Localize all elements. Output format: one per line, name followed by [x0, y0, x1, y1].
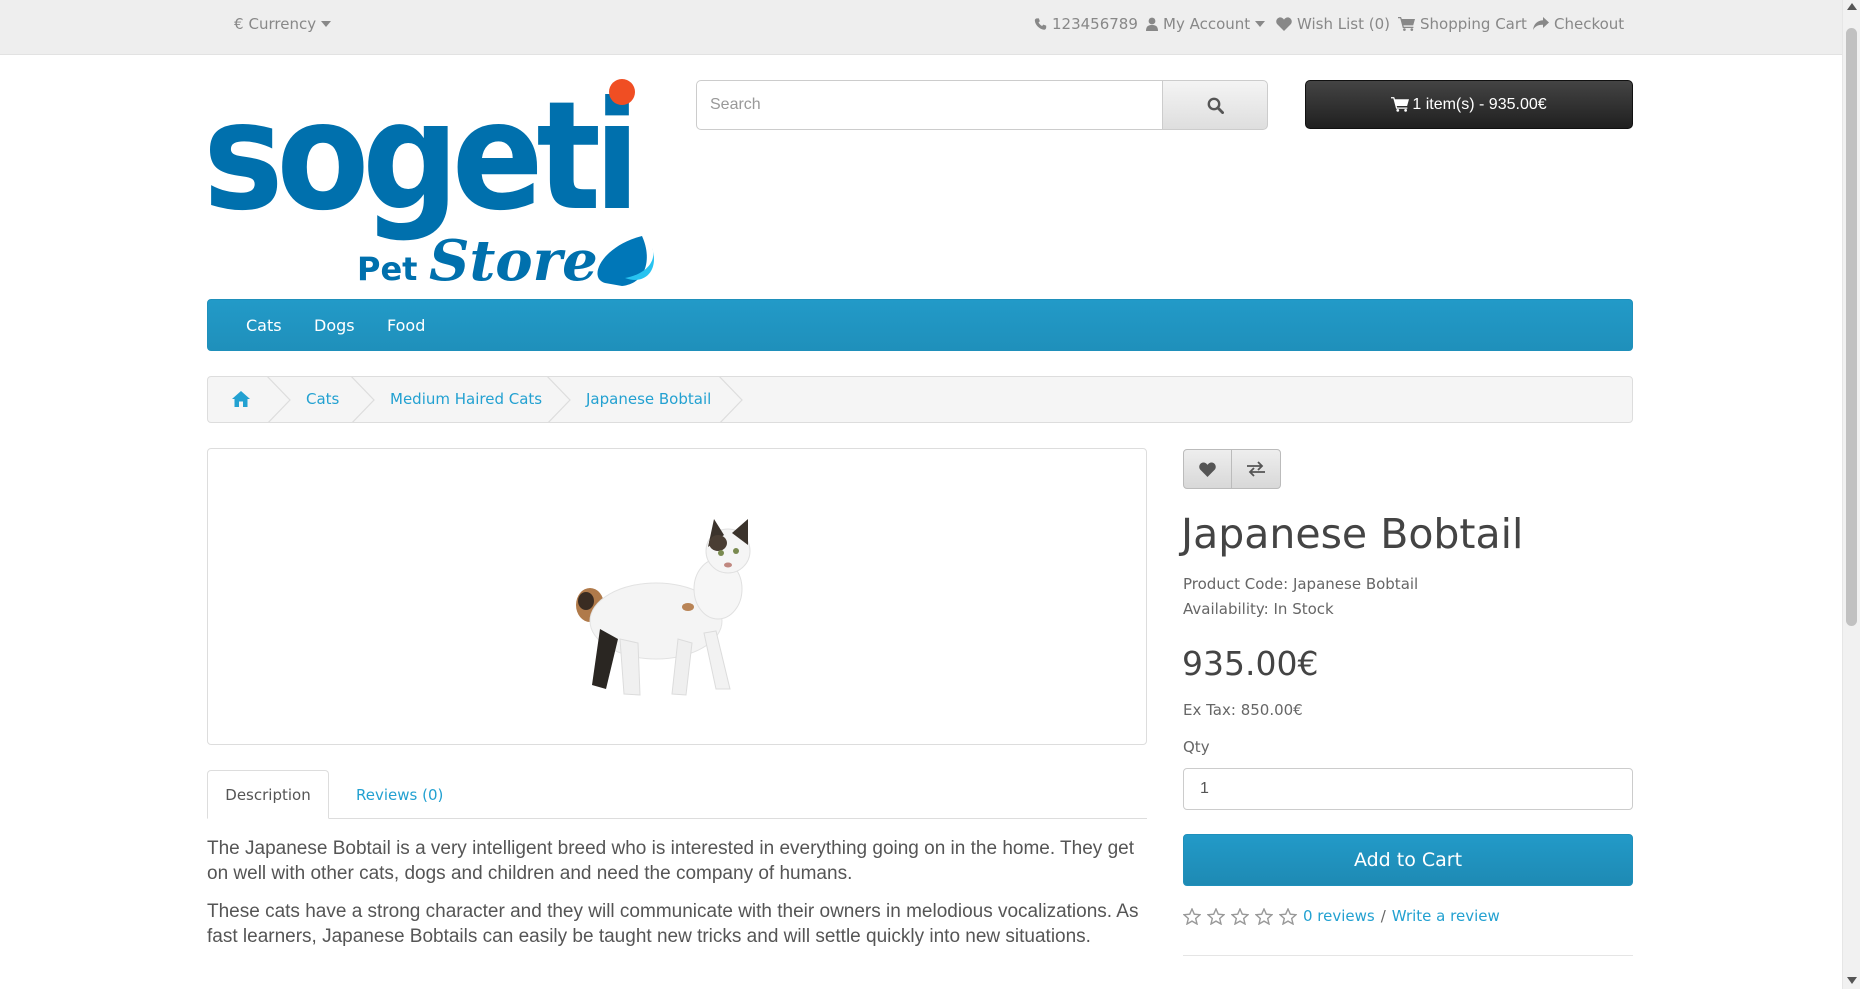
- search-input[interactable]: [696, 80, 1163, 130]
- product-image-thumbnail[interactable]: [207, 448, 1147, 745]
- breadcrumb-item-japanese-bobtail[interactable]: Japanese Bobtail: [586, 390, 711, 408]
- product-description: The Japanese Bobtail is a very intellige…: [207, 836, 1147, 962]
- reviews-link[interactable]: 0 reviews: [1303, 907, 1375, 925]
- heart-icon: [1276, 17, 1292, 31]
- menu-item-food[interactable]: Food: [387, 316, 425, 335]
- product-code: Product Code: Japanese Bobtail: [1183, 575, 1419, 593]
- star-icon: [1231, 907, 1249, 925]
- cart-summary: 1 item(s) - 935.00€: [1412, 95, 1547, 113]
- product-availability: Availability: In Stock: [1183, 600, 1334, 618]
- shopping-cart-link[interactable]: Shopping Cart: [1398, 15, 1527, 33]
- wish-list-label: Wish List (0): [1297, 15, 1390, 33]
- breadcrumb-separator: [351, 377, 375, 422]
- top-bar: € Currency 123456789 My Account Wish Lis…: [0, 0, 1842, 55]
- star-icon: [1183, 907, 1201, 925]
- checkout-link[interactable]: Checkout: [1533, 15, 1624, 33]
- checkout-label: Checkout: [1554, 15, 1625, 33]
- logo-sub-store: Store: [429, 228, 598, 288]
- qty-label: Qty: [1183, 738, 1210, 756]
- rating-separator: /: [1380, 907, 1386, 925]
- star-icon: [1255, 907, 1273, 925]
- add-to-wishlist-button[interactable]: [1183, 449, 1232, 489]
- home-icon[interactable]: [232, 391, 250, 407]
- breadcrumb-item-medium-haired-cats[interactable]: Medium Haired Cats: [390, 390, 542, 408]
- breadcrumb-separator: [267, 377, 291, 422]
- cart-icon: [1398, 17, 1415, 31]
- breadcrumb-separator: [719, 377, 743, 422]
- my-account-dropdown[interactable]: My Account: [1146, 15, 1266, 33]
- scrollbar[interactable]: [1842, 0, 1860, 989]
- star-icon: [1279, 907, 1297, 925]
- shopping-cart-label: Shopping Cart: [1420, 15, 1527, 33]
- product-ex-tax: Ex Tax: 850.00€: [1183, 701, 1303, 719]
- logo-brand: sogeti: [207, 78, 633, 244]
- logo[interactable]: sogeti Pet Store: [207, 78, 662, 288]
- user-icon: [1146, 17, 1158, 31]
- breadcrumb-separator: [547, 377, 571, 422]
- write-review-link[interactable]: Write a review: [1392, 907, 1500, 925]
- currency-label: Currency: [248, 15, 317, 33]
- tab-description[interactable]: Description: [207, 770, 329, 819]
- add-to-cart-button[interactable]: Add to Cart: [1183, 834, 1633, 886]
- product-image: [576, 519, 751, 696]
- currency-dropdown[interactable]: € Currency: [234, 15, 332, 33]
- search-button[interactable]: [1162, 80, 1268, 130]
- cart-icon: [1391, 97, 1410, 112]
- product-price: 935.00€: [1182, 644, 1319, 683]
- search-icon: [1207, 97, 1224, 114]
- divider: [1183, 955, 1633, 956]
- description-paragraph: The Japanese Bobtail is a very intellige…: [207, 838, 1134, 884]
- breadcrumb-item-cats[interactable]: Cats: [306, 390, 339, 408]
- product-tabs: Description Reviews (0): [207, 770, 1147, 819]
- cart-button[interactable]: 1 item(s) - 935.00€: [1305, 80, 1633, 129]
- wish-list-link[interactable]: Wish List (0): [1276, 15, 1390, 33]
- exchange-icon: [1247, 461, 1265, 477]
- quantity-input[interactable]: [1183, 768, 1633, 810]
- breadcrumb: Cats Medium Haired Cats Japanese Bobtail: [207, 376, 1633, 423]
- my-account-label: My Account: [1163, 15, 1251, 33]
- main-menu: Cats Dogs Food: [207, 299, 1633, 351]
- tab-reviews[interactable]: Reviews (0): [341, 770, 458, 819]
- logo-sub-pet: Pet: [357, 250, 417, 288]
- caret-down-icon: [321, 21, 332, 27]
- product-rating: 0 reviews / Write a review: [1183, 907, 1500, 925]
- share-icon: [1533, 17, 1549, 30]
- phone-icon: [1034, 18, 1047, 30]
- heart-icon: [1199, 462, 1216, 477]
- scroll-thumb[interactable]: [1846, 28, 1857, 626]
- star-icon: [1207, 907, 1225, 925]
- phone-link[interactable]: 123456789: [1034, 15, 1138, 33]
- logo-dot: [609, 79, 635, 105]
- product-title: Japanese Bobtail: [1181, 510, 1524, 558]
- caret-down-icon: [1255, 21, 1266, 27]
- currency-symbol: €: [234, 15, 244, 33]
- scroll-down-arrow[interactable]: [1847, 977, 1857, 984]
- description-paragraph: These cats have a strong character and t…: [207, 901, 1139, 947]
- compare-button[interactable]: [1231, 449, 1281, 489]
- menu-item-dogs[interactable]: Dogs: [314, 316, 355, 335]
- menu-item-cats[interactable]: Cats: [246, 316, 282, 335]
- scroll-up-arrow[interactable]: [1847, 3, 1857, 10]
- phone-number: 123456789: [1052, 15, 1138, 33]
